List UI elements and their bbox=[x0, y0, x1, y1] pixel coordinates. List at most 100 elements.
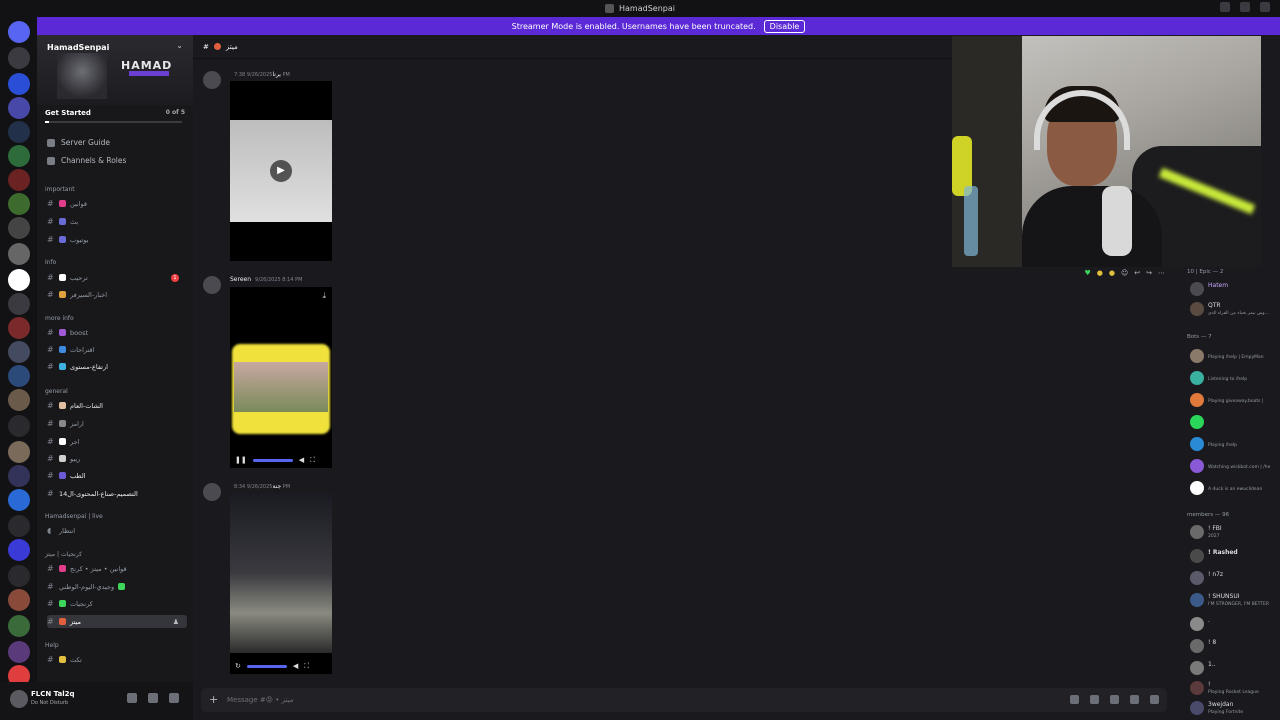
server-icon[interactable] bbox=[8, 97, 30, 119]
server-icon[interactable] bbox=[8, 365, 30, 387]
server-icon[interactable] bbox=[8, 269, 30, 291]
member-row[interactable]: 3wejdan Playing Fortnite bbox=[1190, 701, 1280, 719]
member-row[interactable]: ! 8 bbox=[1190, 639, 1280, 657]
server-icon[interactable] bbox=[8, 341, 30, 363]
channel-youtube[interactable]: # يوتيوب bbox=[47, 233, 187, 246]
channel-arams[interactable]: # ارامز bbox=[47, 417, 187, 430]
channel-cringe[interactable]: # كرنجيات bbox=[47, 597, 187, 610]
home-icon[interactable] bbox=[8, 21, 30, 43]
category-important[interactable]: important bbox=[45, 186, 75, 193]
sticker-icon[interactable] bbox=[1110, 695, 1119, 704]
download-icon[interactable]: ⤓ bbox=[322, 291, 326, 301]
user-avatar[interactable] bbox=[10, 690, 28, 708]
member-row[interactable]: Hatem bbox=[1190, 282, 1280, 300]
play-icon[interactable]: ▶ bbox=[270, 160, 292, 182]
server-icon[interactable] bbox=[8, 565, 30, 587]
bot-row[interactable]: A duck is an ewuclidean bbox=[1190, 481, 1280, 499]
category-info[interactable]: Info bbox=[45, 259, 56, 266]
emoji-reaction-icon[interactable]: ● bbox=[1097, 269, 1103, 277]
author-name[interactable]: جنة bbox=[272, 483, 281, 490]
close-icon[interactable] bbox=[1260, 2, 1270, 12]
channel-general-chat[interactable]: # الشات-العام bbox=[47, 399, 187, 412]
server-icon[interactable] bbox=[8, 73, 30, 95]
bot-row[interactable] bbox=[1190, 415, 1280, 433]
gift-icon[interactable] bbox=[1070, 695, 1079, 704]
channel-waiting[interactable]: ◖ انتظار bbox=[47, 524, 187, 537]
pray-reaction-icon[interactable]: ● bbox=[1109, 269, 1115, 277]
category-live[interactable]: Hamadsenpai | live bbox=[45, 513, 103, 520]
member-row[interactable]: ! FBI 2027 bbox=[1190, 525, 1280, 543]
reply-icon[interactable]: ↩ bbox=[1134, 269, 1140, 277]
video-attachment[interactable]: ⤓ ❚❚ ◀ ⛶ bbox=[230, 287, 332, 468]
member-row[interactable]: . bbox=[1190, 617, 1280, 635]
more-icon[interactable]: ⋯ bbox=[1158, 269, 1165, 277]
get-started[interactable]: Get Started 0 of 5 bbox=[45, 109, 185, 117]
server-guide-link[interactable]: Server Guide bbox=[47, 138, 110, 147]
channel-suggestions[interactable]: # اقتراحات bbox=[47, 343, 187, 356]
author-name[interactable]: Sereen bbox=[230, 276, 251, 283]
channel-memes-active[interactable]: # ميتز ♟ bbox=[47, 615, 187, 628]
category-general[interactable]: general bbox=[45, 388, 68, 395]
server-icon[interactable] bbox=[8, 389, 30, 411]
channel-creators[interactable]: # التصميم-صناع-المحتوى-ال14 bbox=[47, 487, 187, 500]
member-row[interactable]: QTR وش نيمر نحياء من الفراء الذي... bbox=[1190, 302, 1280, 320]
add-reaction-icon[interactable]: ☺ bbox=[1121, 269, 1128, 277]
channel-server-news[interactable]: # اخبار-السيرفر bbox=[47, 288, 187, 301]
inbox-icon[interactable] bbox=[1220, 2, 1230, 12]
server-icon[interactable] bbox=[8, 589, 30, 611]
channel-ajr[interactable]: # اجر bbox=[47, 435, 187, 448]
category-more-info[interactable]: more info bbox=[45, 315, 74, 322]
video-attachment[interactable]: ▶ bbox=[230, 81, 332, 261]
server-icon[interactable] bbox=[8, 465, 30, 487]
mute-mic-icon[interactable] bbox=[127, 693, 137, 703]
channel-national-day[interactable]: # وجيدي-اليوم-الوطني bbox=[47, 580, 187, 593]
channel-welcome[interactable]: # ترحيب 1 bbox=[47, 271, 187, 284]
disable-button[interactable]: Disable bbox=[763, 19, 806, 33]
server-icon[interactable] bbox=[8, 193, 30, 215]
server-icon[interactable] bbox=[8, 169, 30, 191]
attach-plus-icon[interactable]: + bbox=[209, 693, 218, 706]
green-heart-reaction-icon[interactable]: ♥ bbox=[1084, 269, 1090, 277]
bot-row[interactable]: Playing /help bbox=[1190, 437, 1280, 455]
add-member-icon[interactable]: ♟ bbox=[173, 618, 179, 626]
member-row[interactable]: ! Playing Rocket League bbox=[1190, 681, 1280, 699]
channel-ribo[interactable]: # ريبو bbox=[47, 452, 187, 465]
avatar[interactable] bbox=[203, 71, 221, 89]
author-name[interactable]: يرنا bbox=[272, 71, 280, 78]
channels-roles-link[interactable]: Channels & Roles bbox=[47, 156, 126, 165]
server-icon[interactable] bbox=[8, 217, 30, 239]
channel-ticket[interactable]: # تكت bbox=[47, 653, 187, 666]
seek-bar[interactable] bbox=[246, 664, 287, 668]
chevron-down-icon[interactable]: ⌄ bbox=[176, 41, 183, 50]
bot-row[interactable]: Playing /help | EmpyMan bbox=[1190, 349, 1280, 367]
help-icon[interactable] bbox=[1240, 2, 1250, 12]
channel-rules[interactable]: # قوانين bbox=[47, 197, 187, 210]
member-row[interactable]: ! n7z bbox=[1190, 571, 1280, 589]
channel-stream[interactable]: # بث bbox=[47, 215, 187, 228]
headphones-icon[interactable] bbox=[148, 693, 158, 703]
fullscreen-icon[interactable]: ⛶ bbox=[310, 456, 315, 465]
bot-row[interactable]: Playing giveaway.boats | bbox=[1190, 393, 1280, 411]
seek-bar[interactable] bbox=[252, 458, 293, 462]
channel-level-up[interactable]: # ارتفاع-مستوى bbox=[47, 360, 187, 373]
member-row[interactable]: ! SHUNSUI I'M STRONGER, I'M BETTER bbox=[1190, 593, 1280, 611]
forward-icon[interactable]: ↪ bbox=[1146, 269, 1152, 277]
channel-boost[interactable]: # boost bbox=[47, 326, 187, 339]
server-icon[interactable] bbox=[8, 641, 30, 663]
category-help[interactable]: Help bbox=[45, 642, 59, 649]
video-attachment[interactable]: ↻ ◀ ⛶ bbox=[230, 493, 332, 674]
bot-row[interactable]: Watching wickbot.com | /he bbox=[1190, 459, 1280, 477]
server-icon[interactable] bbox=[8, 293, 30, 315]
gif-icon[interactable] bbox=[1090, 695, 1099, 704]
avatar[interactable] bbox=[203, 483, 221, 501]
channel-requests[interactable]: # الطب bbox=[47, 469, 187, 482]
member-row[interactable]: ! Rashed bbox=[1190, 549, 1280, 567]
server-icon[interactable] bbox=[8, 441, 30, 463]
server-icon[interactable] bbox=[8, 415, 30, 437]
server-icon[interactable] bbox=[8, 145, 30, 167]
server-icon[interactable] bbox=[8, 243, 30, 265]
emoji-picker-icon[interactable] bbox=[1130, 695, 1139, 704]
apps-icon[interactable] bbox=[1150, 695, 1159, 704]
member-row[interactable]: 1.. bbox=[1190, 661, 1280, 679]
server-icon[interactable] bbox=[8, 615, 30, 637]
